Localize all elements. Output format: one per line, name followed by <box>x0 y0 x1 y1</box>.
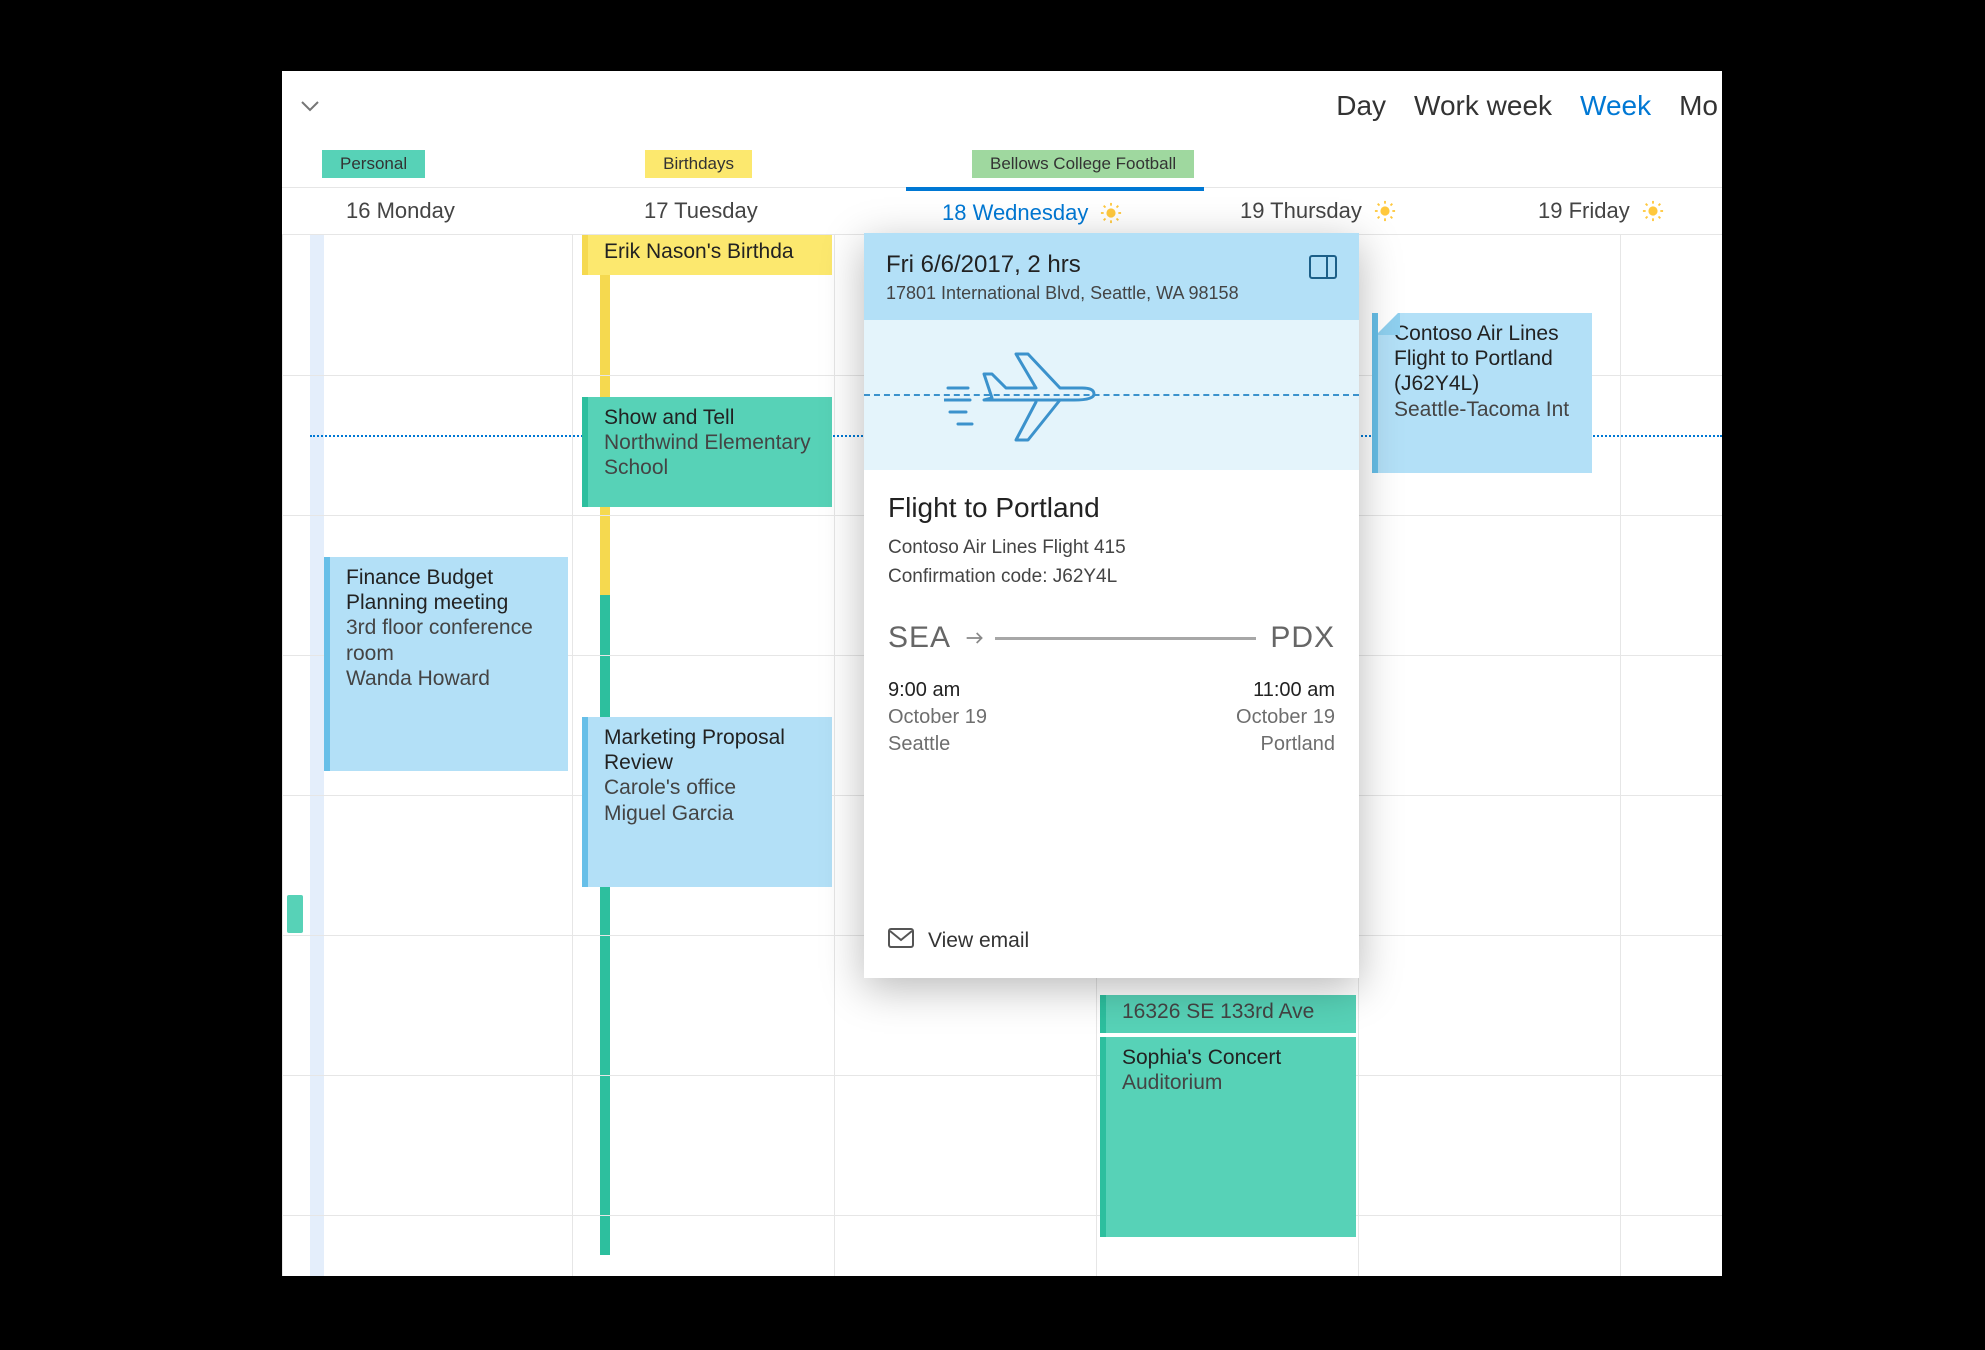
day-fri[interactable]: 19 Friday <box>1502 188 1722 234</box>
flight-airline: Contoso Air Lines Flight 415 <box>888 534 1335 563</box>
day-mon[interactable]: 16 Monday <box>310 188 608 234</box>
view-week[interactable]: Week <box>1580 90 1651 122</box>
flight-confirmation: Confirmation code: J62Y4L <box>888 563 1335 592</box>
sun-icon <box>1374 200 1396 222</box>
event-finance[interactable]: Finance Budget Planning meeting 3rd floo… <box>324 557 568 771</box>
event-address[interactable]: 16326 SE 133rd Ave <box>1100 995 1356 1033</box>
arr-city: Portland <box>1236 733 1335 756</box>
calendar-icon[interactable] <box>1309 255 1337 279</box>
dep-city: Seattle <box>888 733 987 756</box>
arr-date: October 19 <box>1236 706 1335 729</box>
mail-icon <box>888 928 914 954</box>
calendar-pill-football[interactable]: Bellows College Football <box>972 150 1194 178</box>
day-headers: 16 Monday 17 Tuesday 18 Wednesday 19 Thu… <box>282 187 1722 235</box>
event-concert[interactable]: Sophia's Concert Auditorium <box>1100 1037 1356 1237</box>
flight-route: SEA PDX <box>888 621 1335 655</box>
event-detail-card: Fri 6/6/2017, 2 hrs 17801 International … <box>864 233 1359 978</box>
sun-icon <box>1100 202 1122 224</box>
view-more[interactable]: Mo <box>1679 90 1718 122</box>
calendar-window: Day Work week Week Mo Personal Birthdays… <box>282 71 1722 1276</box>
arrival-code: PDX <box>1270 621 1335 655</box>
card-address: 17801 International Blvd, Seattle, WA 98… <box>886 283 1337 304</box>
day-wed[interactable]: 18 Wednesday <box>906 187 1204 234</box>
view-workweek[interactable]: Work week <box>1414 90 1552 122</box>
event-marketing[interactable]: Marketing Proposal Review Carole's offic… <box>582 717 832 887</box>
day-thu[interactable]: 19 Thursday <box>1204 188 1502 234</box>
card-header: Fri 6/6/2017, 2 hrs 17801 International … <box>864 233 1359 320</box>
event-flight[interactable]: Contoso Air Lines Flight to Portland (J6… <box>1372 313 1592 473</box>
calendar-pill-birthdays[interactable]: Birthdays <box>645 150 752 178</box>
flight-title: Flight to Portland <box>888 492 1335 524</box>
card-body: Flight to Portland Contoso Air Lines Fli… <box>864 470 1359 756</box>
dep-time: 9:00 am <box>888 679 987 702</box>
calendar-pill-personal[interactable]: Personal <box>322 150 425 178</box>
event-birthday[interactable]: Erik Nason's Birthda <box>582 235 832 275</box>
arr-time: 11:00 am <box>1236 679 1335 702</box>
view-email-link[interactable]: View email <box>888 928 1029 954</box>
plane-icon <box>965 628 985 648</box>
departure-code: SEA <box>888 621 951 655</box>
dep-date: October 19 <box>888 706 987 729</box>
view-switcher: Day Work week Week Mo <box>1336 90 1722 122</box>
calendar-filters: Personal Birthdays Bellows College Footb… <box>282 141 1722 187</box>
fold-corner <box>1376 313 1400 335</box>
plane-illustration <box>864 320 1359 470</box>
top-bar: Day Work week Week Mo <box>282 71 1722 141</box>
day-tue[interactable]: 17 Tuesday <box>608 188 906 234</box>
chevron-down-icon[interactable] <box>292 88 328 124</box>
flight-times: 9:00 am October 19 Seattle 11:00 am Octo… <box>888 679 1335 756</box>
view-day[interactable]: Day <box>1336 90 1386 122</box>
sun-icon <box>1642 200 1664 222</box>
event-showtell[interactable]: Show and Tell Northwind Elementary Schoo… <box>582 397 832 507</box>
card-datetime: Fri 6/6/2017, 2 hrs <box>886 251 1337 279</box>
